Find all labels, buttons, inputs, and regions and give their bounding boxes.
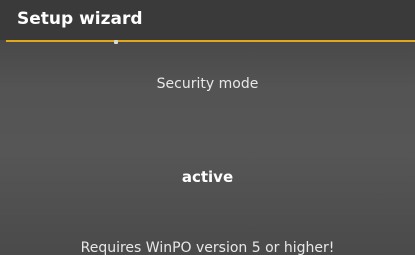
divider-marker (114, 40, 118, 44)
title-bar: Setup wizard (0, 0, 415, 40)
security-mode-label: Security mode (156, 76, 259, 92)
title-divider (6, 40, 415, 42)
security-mode-value[interactable]: active (0, 168, 415, 186)
page-title: Setup wizard (17, 9, 143, 29)
requirement-note: Requires WinPO version 5 or higher! (80, 240, 335, 255)
setup-wizard-screen: Setup wizard Security mode active Requir… (0, 0, 415, 255)
